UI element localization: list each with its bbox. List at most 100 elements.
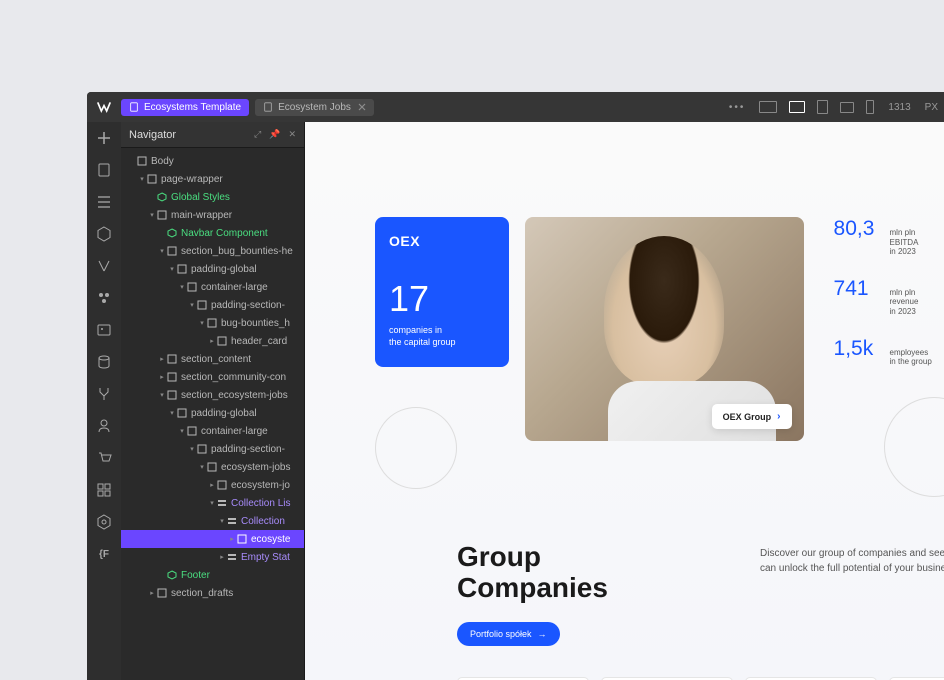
group-companies-heading: Group Companies Portfolio spółek → [457, 542, 608, 646]
tree-node-padding-section-[interactable]: ▾padding-section- [121, 296, 304, 314]
group-companies-description: Discover our group of companies and see … [760, 546, 944, 576]
tree-node-label: Global Styles [171, 192, 230, 203]
ecommerce-icon[interactable] [96, 450, 112, 466]
comp-icon [167, 228, 177, 238]
desktop-icon[interactable] [759, 101, 777, 113]
expand-arrow-icon[interactable]: ▾ [167, 409, 177, 417]
expand-arrow-icon[interactable]: ▾ [197, 319, 207, 327]
tree-node-padding-global[interactable]: ▾padding-global [121, 260, 304, 278]
portfolio-button[interactable]: Portfolio spółek → [457, 622, 560, 646]
expand-arrow-icon[interactable]: ▸ [157, 373, 167, 381]
expand-arrow-icon[interactable]: ▾ [187, 445, 197, 453]
expand-arrow-icon[interactable]: ▾ [207, 499, 217, 507]
close-panel-icon[interactable]: ✕ [288, 129, 296, 140]
expand-arrow-icon[interactable]: ▾ [137, 175, 147, 183]
box-icon [167, 246, 177, 256]
tree-node-section-bug-bounties-he[interactable]: ▾section_bug_bounties-he [121, 242, 304, 260]
expand-arrow-icon[interactable]: ▸ [217, 553, 227, 561]
box-icon [177, 408, 187, 418]
tablet-landscape-icon[interactable] [840, 102, 854, 113]
expand-arrow-icon[interactable]: ▸ [147, 589, 157, 597]
navigator-title: Navigator [129, 129, 176, 141]
box-icon [207, 318, 217, 328]
tree-node-global-styles[interactable]: Global Styles [121, 188, 304, 206]
box-icon [197, 444, 207, 454]
box-icon [177, 264, 187, 274]
tree-node-page-wrapper[interactable]: ▾page-wrapper [121, 170, 304, 188]
close-icon[interactable] [358, 103, 366, 111]
tree-node-section-content[interactable]: ▸section_content [121, 350, 304, 368]
canvas-width-value[interactable]: 1313 [888, 102, 910, 113]
laptop-icon[interactable] [789, 101, 805, 113]
tree-node-main-wrapper[interactable]: ▾main-wrapper [121, 206, 304, 224]
tree-node-ecosystem-jo[interactable]: ▸ecosystem-jo [121, 476, 304, 494]
device-breakpoints [759, 100, 874, 114]
tree-node-collection-lis[interactable]: ▾ Collection Lis [121, 494, 304, 512]
expand-arrow-icon[interactable]: ▾ [167, 265, 177, 273]
tree-node-container-large[interactable]: ▾container-large [121, 422, 304, 440]
coll-icon [227, 552, 237, 562]
pin-icon[interactable]: 📌 [269, 129, 280, 140]
variables-icon[interactable] [96, 258, 112, 274]
tree-node-section-drafts[interactable]: ▸section_drafts [121, 584, 304, 602]
design-canvas[interactable]: OEX 17 companies in the capital group OE… [305, 122, 944, 680]
tree-node-padding-section-[interactable]: ▾padding-section- [121, 440, 304, 458]
expand-arrow-icon[interactable]: ▾ [147, 211, 157, 219]
expand-arrow-icon[interactable]: ▸ [157, 355, 167, 363]
assets-icon[interactable] [96, 322, 112, 338]
expand-arrow-icon[interactable]: ▸ [227, 535, 237, 543]
navigator-header: Navigator ⤢ 📌 ✕ [121, 122, 304, 148]
box-icon [167, 354, 177, 364]
expand-arrow-icon[interactable]: ▸ [207, 337, 217, 345]
stats-column: 80,3 mln pln EBITDAin 2023 741 mln pln r… [834, 217, 944, 367]
pages-icon[interactable] [96, 162, 112, 178]
mobile-icon[interactable] [866, 100, 874, 114]
tree-node-label: section_ecosystem-jobs [181, 390, 288, 401]
expand-arrow-icon[interactable]: ▾ [217, 517, 227, 525]
tree-node-label: padding-global [191, 408, 257, 419]
logic-icon[interactable] [96, 386, 112, 402]
collapse-icon[interactable]: ⤢ [254, 129, 261, 140]
apps-icon[interactable] [96, 482, 112, 498]
tree-node-container-large[interactable]: ▾container-large [121, 278, 304, 296]
oex-info-card[interactable]: OEX 17 companies in the capital group [375, 217, 509, 367]
top-bar: Ecosystems Template Ecosystem Jobs ••• 1… [87, 92, 944, 122]
navigator-icon[interactable] [96, 194, 112, 210]
tree-node-bug-bounties-h[interactable]: ▾bug-bounties_h [121, 314, 304, 332]
tree-node-label: Body [151, 156, 174, 167]
tab-ecosystems-template[interactable]: Ecosystems Template [121, 99, 249, 116]
expand-arrow-icon[interactable]: ▾ [197, 463, 207, 471]
tree-node-label: Collection Lis [231, 498, 290, 509]
tree-node-empty-stat[interactable]: ▸Empty Stat [121, 548, 304, 566]
tree-node-header-card[interactable]: ▸header_card [121, 332, 304, 350]
expand-arrow-icon[interactable]: ▾ [157, 391, 167, 399]
tree-node-navbar-component[interactable]: Navbar Component [121, 224, 304, 242]
tree-node-ecosystem-jobs[interactable]: ▾ecosystem-jobs [121, 458, 304, 476]
expand-arrow-icon[interactable]: ▾ [177, 283, 187, 291]
tree-node-footer[interactable]: Footer [121, 566, 304, 584]
box-icon [187, 282, 197, 292]
tree-node-label: Navbar Component [181, 228, 268, 239]
cms-icon[interactable] [96, 354, 112, 370]
more-menu-icon[interactable]: ••• [729, 102, 746, 113]
expand-arrow-icon[interactable]: ▾ [157, 247, 167, 255]
tree-node-padding-global[interactable]: ▾ padding-global [121, 404, 304, 422]
tree-node-collection[interactable]: ▾Collection [121, 512, 304, 530]
finsweet-icon[interactable]: {F [96, 546, 112, 562]
add-element-icon[interactable] [96, 130, 112, 146]
tablet-icon[interactable] [817, 100, 828, 114]
expand-arrow-icon[interactable]: ▾ [187, 301, 197, 309]
settings-icon[interactable] [96, 514, 112, 530]
tree-node-ecosyste[interactable]: ▸ecosyste [121, 530, 304, 548]
tab-ecosystem-jobs[interactable]: Ecosystem Jobs [255, 99, 374, 116]
style-icon[interactable] [96, 290, 112, 306]
components-icon[interactable] [96, 226, 112, 242]
webflow-logo-icon[interactable] [93, 96, 115, 118]
tree-node-body[interactable]: Body [121, 152, 304, 170]
tree-node-section-ecosystem-jobs[interactable]: ▾ section_ecosystem-jobs [121, 386, 304, 404]
tree-node-section-community-con[interactable]: ▸section_community-con [121, 368, 304, 386]
users-icon[interactable] [96, 418, 112, 434]
expand-arrow-icon[interactable]: ▸ [207, 481, 217, 489]
expand-arrow-icon[interactable]: ▾ [177, 427, 187, 435]
oex-group-button[interactable]: OEX Group › [712, 404, 792, 429]
